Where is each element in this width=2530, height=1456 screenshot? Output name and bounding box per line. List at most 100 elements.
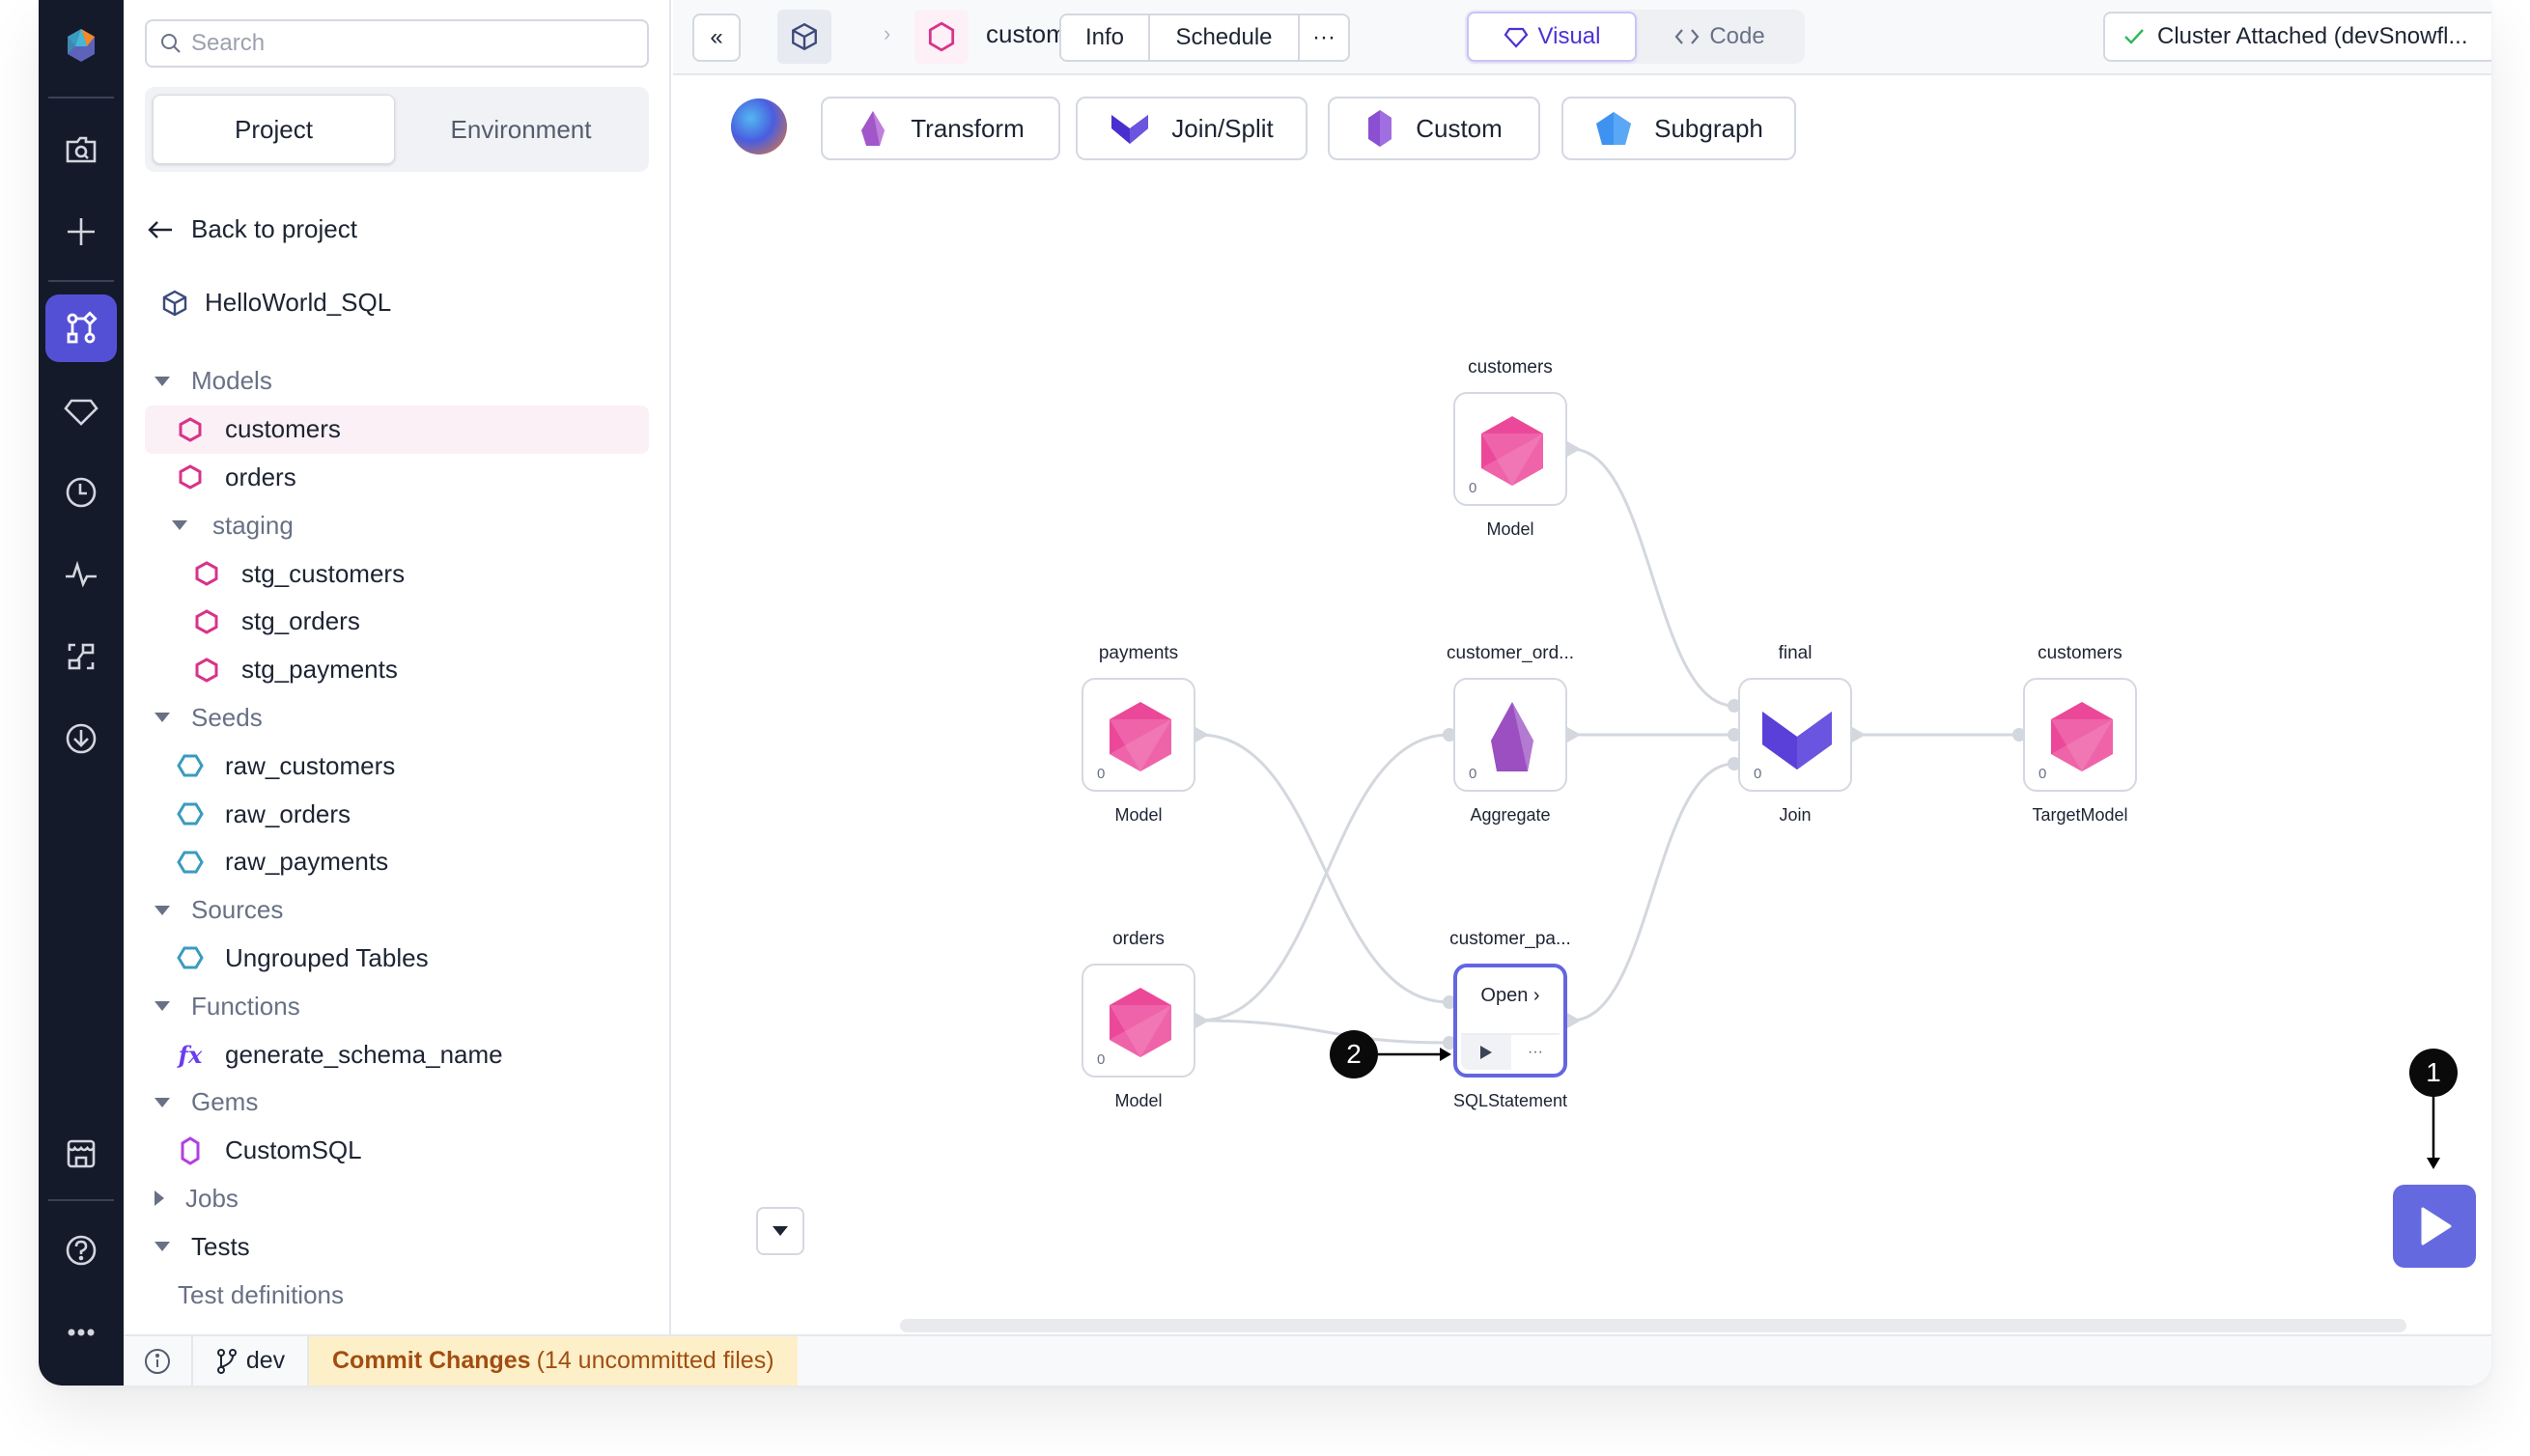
output-port[interactable]: [1567, 727, 1581, 742]
tree-group[interactable]: Gems: [145, 1078, 649, 1127]
branch-selector[interactable]: dev: [193, 1336, 309, 1386]
tree-item[interactable]: Test definitions: [145, 1271, 649, 1319]
clock-icon[interactable]: [45, 459, 117, 526]
more-icon[interactable]: [45, 1299, 117, 1366]
edge-orders-to-customer_payments[interactable]: [1198, 1019, 1450, 1045]
caret-down-icon[interactable]: [155, 1097, 170, 1107]
gem-node-orders[interactable]: 0: [1082, 964, 1195, 1078]
model-breadcrumb[interactable]: [914, 10, 969, 64]
model-hexagon-icon: [193, 560, 220, 587]
gem-node-customers-src[interactable]: 0: [1453, 392, 1567, 506]
cluster-selector[interactable]: Cluster Attached (devSnowfl...: [2103, 12, 2491, 62]
callout-1-arrow: [2427, 1096, 2440, 1169]
collapse-sidebar-button[interactable]: «: [692, 14, 741, 62]
tree-item[interactable]: orders: [145, 454, 649, 502]
node-type-label: Model: [1114, 1091, 1163, 1110]
breadcrumb-separator: ›: [884, 21, 891, 45]
commit-changes-button[interactable]: Commit Changes (14 uncommitted files): [309, 1336, 798, 1386]
activity-icon[interactable]: [45, 541, 117, 608]
gem-icon[interactable]: [45, 377, 117, 444]
output-port[interactable]: [1852, 727, 1866, 742]
tree-group[interactable]: Tests: [145, 1222, 649, 1271]
project-breadcrumb[interactable]: [777, 10, 831, 64]
more-options-button[interactable]: ···: [1300, 15, 1348, 60]
edge-payments-to-customer_payments[interactable]: [1198, 733, 1450, 1004]
code-view-button[interactable]: Code: [1637, 12, 1803, 62]
transform-gem-button[interactable]: Transform: [821, 97, 1060, 160]
output-port[interactable]: [1195, 727, 1209, 742]
visual-view-button[interactable]: Visual: [1467, 12, 1637, 62]
back-to-project-link[interactable]: Back to project: [147, 214, 357, 244]
caret-down-icon[interactable]: [155, 1001, 170, 1012]
model-tabs: Info Schedule ···: [1059, 14, 1350, 62]
marketplace-icon[interactable]: [45, 1120, 117, 1188]
tree-group[interactable]: Jobs: [145, 1175, 649, 1223]
tab-info[interactable]: Info: [1061, 15, 1150, 60]
tree-item-label: Ungrouped Tables: [225, 942, 429, 972]
output-port[interactable]: [1567, 441, 1581, 457]
output-port[interactable]: [1195, 1013, 1209, 1028]
download-circle-icon[interactable]: [45, 705, 117, 772]
edge-customers_src-to-final[interactable]: [1570, 447, 1735, 708]
tree-group[interactable]: Models: [145, 357, 649, 406]
tree-group[interactable]: Sources: [145, 886, 649, 935]
pipeline-graph-icon[interactable]: [45, 294, 117, 362]
edge-orders-to-customer_orders[interactable]: [1198, 733, 1450, 1022]
open-gem-button[interactable]: Open ›: [1457, 985, 1563, 1007]
model-hexagon-icon: [177, 416, 204, 443]
caret-down-icon[interactable]: [155, 376, 170, 386]
logo-icon[interactable]: [45, 12, 117, 79]
pipeline-canvas[interactable]: customers 0 Model payments 0 Model customer_…: [673, 174, 2491, 1334]
tree-item[interactable]: raw_customers: [145, 742, 649, 790]
source-gem-icon[interactable]: [731, 98, 787, 154]
tree-item[interactable]: customers: [145, 405, 649, 454]
tree-item[interactable]: fx generate_schema_name: [145, 1030, 649, 1078]
plus-icon[interactable]: [45, 198, 117, 266]
caret-right-icon[interactable]: [155, 1190, 164, 1207]
tree-item[interactable]: stg_orders: [145, 598, 649, 646]
horizontal-scrollbar[interactable]: [900, 1319, 2406, 1332]
custom-gem-button[interactable]: Custom: [1328, 97, 1540, 160]
info-button[interactable]: [124, 1336, 193, 1386]
project-sidebar: Project Environment Back to project Hell…: [124, 0, 671, 1334]
search-folder-icon[interactable]: [45, 116, 117, 183]
gem-node-payments[interactable]: 0: [1082, 678, 1195, 792]
gem-node-customers-target[interactable]: 0: [2023, 678, 2137, 792]
caret-down-icon[interactable]: [155, 1242, 170, 1252]
tree-item[interactable]: stg_customers: [145, 549, 649, 598]
caret-down-icon[interactable]: [155, 905, 170, 915]
gem-node-final[interactable]: 0: [1738, 678, 1852, 792]
gem-node-customer-payments[interactable]: Open › ···: [1453, 964, 1567, 1078]
node-run-button[interactable]: [1461, 1035, 1511, 1070]
subgraph-gem-button[interactable]: Subgraph: [1561, 97, 1796, 160]
help-icon[interactable]: [45, 1217, 117, 1284]
gem-node-customer-orders[interactable]: 0: [1453, 678, 1567, 792]
tree-item[interactable]: Ungrouped Tables: [145, 935, 649, 983]
lineage-icon[interactable]: [45, 623, 117, 690]
tab-environment[interactable]: Environment: [401, 95, 641, 164]
tree-group[interactable]: Seeds: [145, 694, 649, 742]
output-port[interactable]: [1567, 1013, 1581, 1028]
node-count: 0: [1097, 1051, 1106, 1068]
tree-item-label: Tests: [191, 1231, 250, 1261]
caret-down-icon[interactable]: [172, 520, 187, 531]
join-split-gem-button[interactable]: Join/Split: [1076, 97, 1307, 160]
search-input[interactable]: [191, 30, 616, 57]
tree-item-label: Functions: [191, 991, 300, 1021]
run-pipeline-button[interactable]: [2393, 1185, 2476, 1268]
tree-group[interactable]: Functions: [145, 982, 649, 1030]
tree-item[interactable]: raw_orders: [145, 790, 649, 838]
tab-schedule[interactable]: Schedule: [1150, 15, 1300, 60]
tree-item[interactable]: CustomSQL: [145, 1127, 649, 1175]
search-box[interactable]: [145, 19, 649, 68]
edge-customer_payments-to-final[interactable]: [1570, 762, 1735, 1022]
tree-item[interactable]: stg_payments: [145, 646, 649, 694]
tree-item[interactable]: raw_payments: [145, 838, 649, 886]
tree-group[interactable]: staging: [145, 501, 649, 549]
function-icon: fx: [177, 1041, 204, 1069]
canvas-options-toggle[interactable]: [756, 1207, 804, 1255]
tab-project[interactable]: Project: [153, 95, 395, 164]
node-more-button[interactable]: ···: [1511, 1035, 1560, 1070]
caret-down-icon[interactable]: [155, 713, 170, 723]
project-name[interactable]: HelloWorld_SQL: [160, 288, 391, 318]
